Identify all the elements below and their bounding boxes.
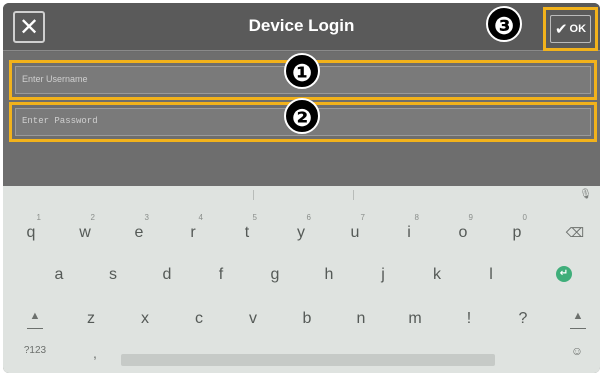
key-w[interactable]: w2 xyxy=(65,213,105,249)
key-label: q xyxy=(26,224,36,241)
suggestion-divider xyxy=(353,190,354,200)
symbols-key[interactable]: ?123 xyxy=(15,344,55,360)
key-label: x xyxy=(141,310,149,327)
key-label: z xyxy=(87,310,95,327)
key-label: ! xyxy=(466,310,472,327)
shift-key-right[interactable]: ▲ xyxy=(558,296,598,332)
key-label: e xyxy=(134,224,144,241)
key-label: j xyxy=(381,266,385,283)
check-icon: ✔ xyxy=(554,20,568,38)
key-label: b xyxy=(302,310,312,327)
key-e[interactable]: e3 xyxy=(119,213,159,249)
onscreen-keyboard: 🎙 q1w2e3r4t5y6u7i8o9p0 ⌫ asdfghjkl ↵ ▲ z… xyxy=(3,186,600,373)
enter-key[interactable]: ↵ xyxy=(556,266,572,282)
key-exclamation[interactable]: ! xyxy=(449,299,489,335)
key-label: g xyxy=(270,266,280,283)
key-p[interactable]: p0 xyxy=(497,213,537,249)
space-bar[interactable] xyxy=(121,354,495,366)
suggestion-strip: 🎙 xyxy=(3,186,600,204)
key-label: k xyxy=(433,266,441,283)
key-g[interactable]: g xyxy=(255,255,295,291)
key-label: o xyxy=(458,224,468,241)
key-x[interactable]: x xyxy=(125,299,165,335)
shift-icon: ▲ xyxy=(29,310,41,322)
key-l[interactable]: l xyxy=(471,255,511,291)
key-r[interactable]: r4 xyxy=(173,213,213,249)
key-u[interactable]: u7 xyxy=(335,213,375,249)
key-label: y xyxy=(297,224,305,241)
key-label: a xyxy=(54,266,64,283)
key-label: t xyxy=(244,224,250,241)
microphone-icon[interactable]: 🎙 xyxy=(579,189,592,200)
key-k[interactable]: k xyxy=(417,255,457,291)
key-z[interactable]: z xyxy=(71,299,111,335)
key-s[interactable]: s xyxy=(93,255,133,291)
key-question[interactable]: ? xyxy=(503,299,543,335)
key-label: u xyxy=(350,224,360,241)
ok-button-highlight: ✔ OK xyxy=(543,7,598,51)
key-label: p xyxy=(512,224,522,241)
key-f[interactable]: f xyxy=(201,255,241,291)
key-o[interactable]: o9 xyxy=(443,213,483,249)
ok-label: OK xyxy=(569,23,587,35)
key-label: r xyxy=(190,224,196,241)
key-m[interactable]: m xyxy=(395,299,435,335)
key-number-hint: 2 xyxy=(90,213,95,222)
callout-badge-3: ❸ xyxy=(486,6,522,42)
key-t[interactable]: t5 xyxy=(227,213,267,249)
key-h[interactable]: h xyxy=(309,255,349,291)
key-j[interactable]: j xyxy=(363,255,403,291)
callout-badge-2: ❷ xyxy=(284,98,320,134)
key-n[interactable]: n xyxy=(341,299,381,335)
key-label: f xyxy=(218,266,224,283)
key-d[interactable]: d xyxy=(147,255,187,291)
key-number-hint: 9 xyxy=(468,213,473,222)
key-a[interactable]: a xyxy=(39,255,79,291)
suggestion-divider xyxy=(253,190,254,200)
key-number-hint: 3 xyxy=(144,213,149,222)
key-i[interactable]: i8 xyxy=(389,213,429,249)
key-b[interactable]: b xyxy=(287,299,327,335)
key-label: s xyxy=(109,266,117,283)
callout-badge-1: ❶ xyxy=(284,53,320,89)
key-number-hint: 0 xyxy=(522,213,527,222)
key-number-hint: 6 xyxy=(306,213,311,222)
key-number-hint: 1 xyxy=(36,213,41,222)
key-label: h xyxy=(324,266,334,283)
key-label: d xyxy=(162,266,172,283)
backspace-key[interactable]: ⌫ xyxy=(555,213,595,249)
shift-underline xyxy=(27,328,43,329)
key-v[interactable]: v xyxy=(233,299,273,335)
shift-key-left[interactable]: ▲ xyxy=(15,296,55,332)
key-number-hint: 8 xyxy=(414,213,419,222)
key-label: n xyxy=(356,310,366,327)
shift-underline xyxy=(570,328,586,329)
key-q[interactable]: q1 xyxy=(11,213,51,249)
comma-key[interactable]: , xyxy=(75,346,115,362)
shift-icon: ▲ xyxy=(572,310,584,322)
key-number-hint: 4 xyxy=(198,213,203,222)
ok-button[interactable]: ✔ OK xyxy=(550,15,591,43)
key-c[interactable]: c xyxy=(179,299,219,335)
key-label: v xyxy=(249,310,257,327)
key-label: i xyxy=(407,224,411,241)
key-label: c xyxy=(195,310,203,327)
key-label: l xyxy=(489,266,493,283)
key-label: m xyxy=(408,310,422,327)
key-number-hint: 5 xyxy=(252,213,257,222)
emoji-key[interactable]: ☺ xyxy=(557,344,597,360)
key-y[interactable]: y6 xyxy=(281,213,321,249)
key-number-hint: 7 xyxy=(360,213,365,222)
key-label: ? xyxy=(518,310,528,327)
key-label: w xyxy=(79,224,91,241)
